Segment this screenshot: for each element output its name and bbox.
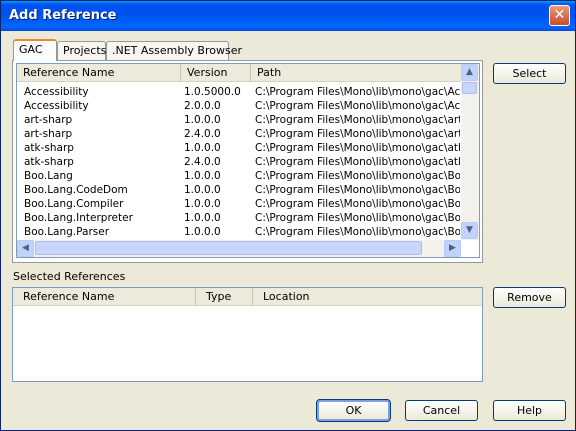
column-reference-name[interactable]: Reference Name [17,64,181,82]
tab-gac[interactable]: GAC [13,39,57,61]
version-cell: 2.4.0.0 [184,128,221,140]
reference-name-cell: atk-sharp [24,156,74,168]
version-cell: 2.0.0.0 [184,100,221,112]
path-cell: C:\Program Files\Mono\lib\mono\gac\Boo. [255,212,460,224]
selected-list-header: Reference Name Type Location [13,288,482,306]
scroll-down-icon[interactable]: ▼ [461,222,478,239]
scroll-right-icon[interactable]: ▶ [444,240,461,257]
table-row[interactable]: Boo.Lang 1.0.0.0 C:\Program Files\Mono\lib… [17,169,461,183]
vertical-scroll-thumb[interactable] [462,82,477,94]
help-button-label: Help [516,404,543,417]
path-cell: C:\Program Files\Mono\lib\mono\gac\Boo. [255,184,460,196]
cancel-button[interactable]: Cancel [405,400,478,421]
table-row[interactable]: atk-sharp 2.4.0.0 C:\Program Files\Mono\li… [17,155,461,169]
path-cell: C:\Program Files\Mono\lib\mono\gac\Boo. [255,226,460,238]
gac-reference-list[interactable]: Reference Name Version Path Accessibilit… [16,63,480,258]
remove-button-label: Remove [507,291,552,304]
scroll-left-icon[interactable]: ◀ [17,240,34,257]
path-cell: C:\Program Files\Mono\lib\mono\gac\art-s… [255,128,460,140]
gac-vertical-scrollbar[interactable]: ▲ ▼ [461,64,479,240]
add-reference-dialog: Add Reference ✕ GAC Projects .NET Assemb… [0,0,576,431]
select-button[interactable]: Select [493,63,566,84]
scroll-up-icon[interactable]: ▲ [461,64,478,81]
help-button[interactable]: Help [493,400,566,421]
window-title: Add Reference [9,8,117,23]
version-cell: 1.0.0.0 [184,142,221,154]
reference-name-cell: Boo.Lang.CodeDom [24,184,128,196]
column-reference-name[interactable]: Reference Name [13,288,196,306]
path-cell: C:\Program Files\Mono\lib\mono\gac\Boo. [255,198,460,210]
close-button[interactable]: ✕ [549,5,570,26]
table-row[interactable]: atk-sharp 1.0.0.0 C:\Program Files\Mono\li… [17,141,461,155]
select-button-label: Select [512,67,547,80]
remove-button[interactable]: Remove [493,287,566,308]
version-cell: 1.0.0.0 [184,198,221,210]
path-cell: C:\Program Files\Mono\lib\mono\gac\atk-s [255,142,460,154]
version-cell: 1.0.0.0 [184,184,221,196]
table-row[interactable]: Boo.Lang.Parser 1.0.0.0 C:\Program Files\M… [17,225,461,239]
selected-references-list[interactable]: Reference Name Type Location [12,287,483,382]
column-version[interactable]: Version [181,64,251,82]
horizontal-scroll-thumb[interactable] [35,241,422,255]
path-cell: C:\Program Files\Mono\lib\mono\gac\Acce [255,100,460,112]
table-row[interactable]: Accessibility 2.0.0.0 C:\Program Files\Mon… [17,99,461,113]
table-row[interactable]: Boo.Lang.CodeDom 1.0.0.0 C:\Program Files\… [17,183,461,197]
path-cell: C:\Program Files\Mono\lib\mono\gac\atk-s [255,156,460,168]
table-row[interactable]: art-sharp 2.4.0.0 C:\Program Files\Mono\li… [17,127,461,141]
version-cell: 1.0.0.0 [184,226,221,238]
version-cell: 1.0.0.0 [184,212,221,224]
version-cell: 1.0.0.0 [184,170,221,182]
gac-tab-panel: Reference Name Version Path Accessibilit… [12,60,483,263]
ok-button[interactable]: OK [316,399,391,422]
path-cell: C:\Program Files\Mono\lib\mono\gac\art-s… [255,114,460,126]
column-location[interactable]: Location [253,288,482,306]
version-cell: 2.4.0.0 [184,156,221,168]
gac-horizontal-scrollbar[interactable]: ◀ ▶ [17,240,461,257]
reference-name-cell: Boo.Lang [24,170,73,182]
table-row[interactable]: Boo.Lang.Compiler 1.0.0.0 C:\Program Files… [17,197,461,211]
selected-references-label: Selected References [13,270,126,283]
column-path[interactable]: Path [251,64,461,82]
reference-name-cell: atk-sharp [24,142,74,154]
reference-name-cell: Boo.Lang.Interpreter [24,212,133,224]
version-cell: 1.0.5000.0 [184,86,241,98]
tab-net-assembly-browser[interactable]: .NET Assembly Browser [106,41,242,60]
reference-name-cell: Accessibility [24,86,89,98]
column-type[interactable]: Type [196,288,253,306]
reference-name-cell: Boo.Lang.Compiler [24,198,124,210]
path-cell: C:\Program Files\Mono\lib\mono\gac\Acce [255,86,460,98]
table-row[interactable]: art-sharp 1.0.0.0 C:\Program Files\Mono\li… [17,113,461,127]
reference-name-cell: Accessibility [24,100,89,112]
version-cell: 1.0.0.0 [184,114,221,126]
reference-name-cell: art-sharp [24,128,73,140]
table-row[interactable]: Boo.Lang.Interpreter 1.0.0.0 C:\Program Fi… [17,211,461,225]
title-bar[interactable]: Add Reference ✕ [1,1,575,31]
reference-name-cell: Boo.Lang.Parser [24,226,110,238]
gac-list-header: Reference Name Version Path [17,64,461,82]
table-row[interactable]: Accessibility 1.0.5000.0 C:\Program Files\… [17,85,461,99]
path-cell: C:\Program Files\Mono\lib\mono\gac\Boo. [255,170,460,182]
tab-projects[interactable]: Projects [57,41,106,60]
reference-name-cell: art-sharp [24,114,73,126]
